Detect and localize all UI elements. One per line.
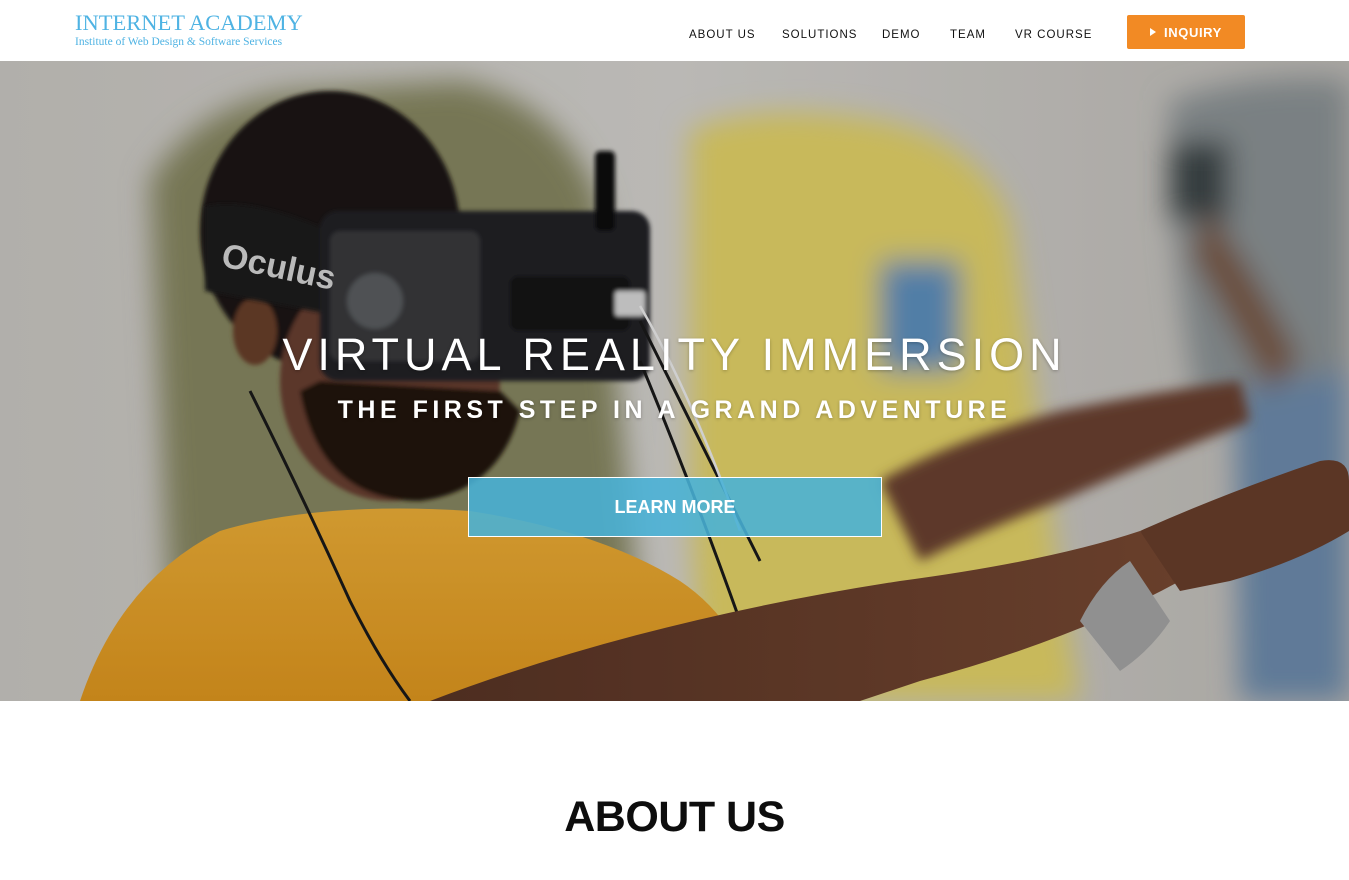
about-us-heading: ABOUT US [564,793,785,841]
nav-item-team[interactable]: TEAM [950,28,986,42]
nav-item-demo[interactable]: DEMO [882,28,921,42]
play-icon [1150,27,1157,36]
hero-subtitle: THE FIRST STEP IN A GRAND ADVENTURE [337,396,1012,424]
inquiry-button[interactable]: INQUIRY [1127,15,1245,49]
site-header: INTERNET ACADEMY Institute of Web Design… [0,0,1349,61]
hero-overlay [0,61,1349,701]
nav-item-about-us[interactable]: ABOUT US [689,28,756,42]
inquiry-button-label: INQUIRY [1164,24,1222,40]
hero-title: VIRTUAL REALITY IMMERSION [282,329,1067,380]
learn-more-button[interactable]: LEARN MORE [468,477,882,537]
learn-more-label: LEARN MORE [614,496,736,517]
nav-item-vr-course[interactable]: VR COURSE [1015,28,1092,42]
hero-section: Oculus VIRTUAL REALITY IMMERSION THE FIR… [0,61,1349,701]
nav-item-solutions[interactable]: SOLUTIONS [782,28,857,42]
